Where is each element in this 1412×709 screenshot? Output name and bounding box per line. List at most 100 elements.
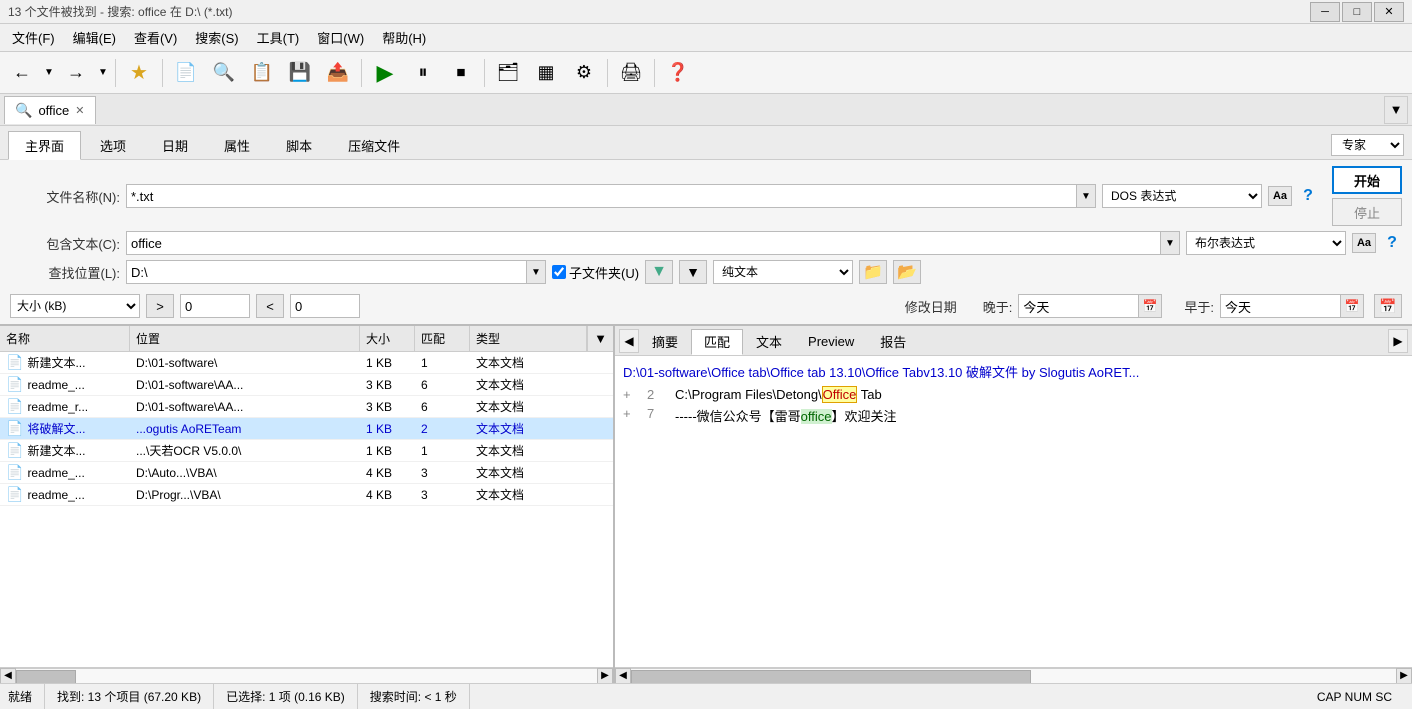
content-mode-select[interactable]: 布尔表达式 正则表达式 简单文本	[1186, 231, 1346, 255]
col-header-match[interactable]: 匹配	[415, 326, 470, 351]
preview-nav-left[interactable]: ◀	[619, 329, 639, 353]
maximize-button[interactable]: □	[1342, 2, 1372, 22]
filename-case-btn[interactable]: Aa	[1268, 186, 1292, 206]
file-row[interactable]: 📄 将破解文... ...ogutis AoRETeam 1 KB 2 文本文档	[0, 418, 613, 440]
file-row[interactable]: 📄 readme_r... D:\01-software\AA... 3 KB …	[0, 396, 613, 418]
add-folder-btn[interactable]: 📂	[893, 260, 921, 284]
menu-help[interactable]: 帮助(H)	[374, 26, 434, 49]
preview-hscroll-left[interactable]: ◀	[615, 668, 631, 684]
new-search-button[interactable]: 📄	[168, 56, 204, 90]
menu-window[interactable]: 窗口(W)	[309, 26, 372, 49]
main-window: 13 个文件被找到 - 搜索: office 在 D:\ (*.txt) ─ □…	[0, 0, 1412, 709]
close-button[interactable]: ✕	[1374, 2, 1404, 22]
back-dropdown[interactable]: ▼	[42, 56, 56, 90]
date-before-input[interactable]	[1220, 294, 1340, 318]
date-after-calendar-btn[interactable]: 📅	[1138, 294, 1162, 318]
file-row[interactable]: 📄 新建文本... D:\01-software\ 1 KB 1 文本文档	[0, 352, 613, 374]
size-unit-select[interactable]: 大小 (kB) 大小 (MB) 大小 (GB)	[10, 294, 140, 318]
tab-main[interactable]: 主界面	[8, 131, 81, 160]
subfolder-checkbox-label[interactable]: 子文件夹(U)	[552, 263, 639, 282]
grid-button[interactable]: ▦	[528, 56, 564, 90]
search-tab-office[interactable]: 🔍 office ✕	[4, 96, 96, 124]
location-input[interactable]	[126, 260, 526, 284]
size-val1-input[interactable]	[180, 294, 250, 318]
col-header-type[interactable]: 类型	[470, 326, 587, 351]
hscroll-right-btn[interactable]: ▶	[597, 668, 613, 684]
preview-tab-text[interactable]: 文本	[743, 328, 795, 354]
favorites-button[interactable]: ★	[121, 56, 157, 90]
location-dropdown-btn[interactable]: ▼	[526, 260, 546, 284]
stop-button[interactable]: ⏹	[443, 56, 479, 90]
text-type-select[interactable]: 纯文本 Unicode UTF-8	[713, 260, 853, 284]
expert-mode-select[interactable]: 专家 普通	[1331, 134, 1404, 156]
menu-view[interactable]: 查看(V)	[126, 26, 185, 49]
file-row[interactable]: 📄 新建文本... ...\天若OCR V5.0.0\ 1 KB 1 文本文档	[0, 440, 613, 462]
col-header-name[interactable]: 名称	[0, 326, 130, 351]
start-button[interactable]: 开始	[1332, 166, 1402, 194]
filename-help-btn[interactable]: ?	[1298, 186, 1318, 206]
minimize-button[interactable]: ─	[1310, 2, 1340, 22]
tab-script[interactable]: 脚本	[269, 131, 329, 159]
file-manager-button[interactable]: 🗂	[490, 56, 526, 90]
subfolder-checkbox[interactable]	[552, 265, 566, 279]
col-filter-icon[interactable]: ▼	[587, 326, 613, 351]
content-case-btn[interactable]: Aa	[1352, 233, 1376, 253]
tab-options[interactable]: 选项	[83, 131, 143, 159]
size-op2-btn[interactable]: <	[256, 294, 284, 318]
menu-edit[interactable]: 编辑(E)	[65, 26, 124, 49]
entry-toggle-1[interactable]: +	[623, 387, 639, 402]
content-input[interactable]	[126, 231, 1160, 255]
preview-hscroll-thumb[interactable]	[631, 670, 1031, 684]
entry-toggle-2[interactable]: +	[623, 406, 639, 425]
file-row[interactable]: 📄 readme_... D:\Auto...\VBA\ 4 KB 3 文本文档	[0, 462, 613, 484]
load-button[interactable]: 💾	[282, 56, 318, 90]
hscroll-left-btn[interactable]: ◀	[0, 668, 16, 684]
date-extra-btn[interactable]: 📅	[1374, 294, 1402, 318]
forward-dropdown[interactable]: ▼	[96, 56, 110, 90]
hscroll-track[interactable]	[16, 668, 597, 684]
preview-tab-report[interactable]: 报告	[867, 328, 919, 354]
hscroll-thumb[interactable]	[16, 670, 76, 684]
tab-archive[interactable]: 压缩文件	[331, 131, 417, 159]
export-button[interactable]: 📤	[320, 56, 356, 90]
settings-button[interactable]: ⚙	[566, 56, 602, 90]
stop-button[interactable]: 停止	[1332, 198, 1402, 226]
tab-attributes[interactable]: 属性	[207, 131, 267, 159]
help-toolbar-button[interactable]: ❓	[660, 56, 696, 90]
content-dropdown-btn[interactable]: ▼	[1160, 231, 1180, 255]
col-header-path[interactable]: 位置	[130, 326, 360, 351]
menu-file[interactable]: 文件(F)	[4, 26, 63, 49]
search-tab-close-icon[interactable]: ✕	[75, 104, 84, 117]
preview-tab-summary[interactable]: 摘要	[639, 328, 691, 354]
preview-hscroll-right[interactable]: ▶	[1396, 668, 1412, 684]
preview-hscroll-track[interactable]	[631, 668, 1396, 684]
save-button[interactable]: 📋	[244, 56, 280, 90]
filename-mode-select[interactable]: DOS 表达式 正则表达式 通配符	[1102, 184, 1262, 208]
filter-icon-btn[interactable]: ▼	[645, 260, 673, 284]
file-row[interactable]: 📄 readme_... D:\01-software\AA... 3 KB 6…	[0, 374, 613, 396]
date-before-calendar-btn[interactable]: 📅	[1340, 294, 1364, 318]
forward-button[interactable]: →	[58, 56, 94, 90]
menu-search[interactable]: 搜索(S)	[187, 26, 246, 49]
tab-date[interactable]: 日期	[145, 131, 205, 159]
run-button[interactable]: ▶	[367, 56, 403, 90]
col-header-size[interactable]: 大小	[360, 326, 415, 351]
content-help-btn[interactable]: ?	[1382, 233, 1402, 253]
date-after-input[interactable]	[1018, 294, 1138, 318]
open-button[interactable]: 🔍	[206, 56, 242, 90]
back-button[interactable]: ←	[4, 56, 40, 90]
size-val2-input[interactable]	[290, 294, 360, 318]
menu-tools[interactable]: 工具(T)	[249, 26, 308, 49]
filter-dropdown-btn[interactable]: ▼	[679, 260, 707, 284]
size-op1-btn[interactable]: >	[146, 294, 174, 318]
browse-folder-btn[interactable]: 📁	[859, 260, 887, 284]
preview-nav-right[interactable]: ▶	[1388, 329, 1408, 353]
filename-input[interactable]	[126, 184, 1076, 208]
pause-button[interactable]: ⏸	[405, 56, 441, 90]
preview-tab-preview[interactable]: Preview	[795, 328, 867, 354]
file-row[interactable]: 📄 readme_... D:\Progr...\VBA\ 4 KB 3 文本文…	[0, 484, 613, 506]
print-button[interactable]: 🖨	[613, 56, 649, 90]
tab-dropdown-button[interactable]: ▼	[1384, 96, 1408, 124]
preview-tab-match[interactable]: 匹配	[691, 329, 743, 355]
filename-dropdown-btn[interactable]: ▼	[1076, 184, 1096, 208]
